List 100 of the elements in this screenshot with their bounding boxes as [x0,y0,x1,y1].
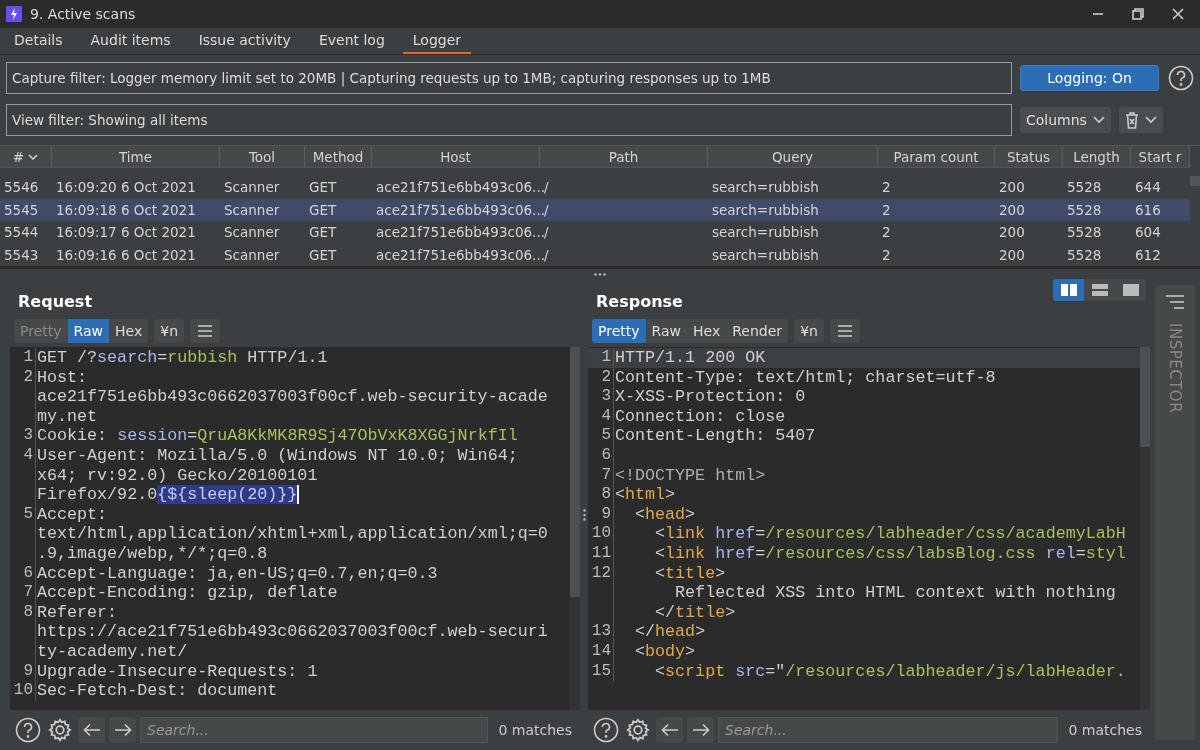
table-row[interactable]: 5545 16:09:18 6 Oct 2021 Scanner GET ace21f751e6bb493c06.../ search=rubbish 2 200 5528 616 [0,198,1190,221]
column-header[interactable]: Tool [220,146,305,167]
table-cell-text: 5528 [1066,224,1103,241]
line-number: 10 [10,681,36,701]
back-button[interactable] [656,717,683,743]
settings-button[interactable] [46,716,74,744]
line-number: 9 [10,661,36,682]
table-cell-text: 200 [998,246,1026,263]
tab[interactable]: Logger [402,28,472,54]
view-tab[interactable]: Hex [109,319,149,343]
line-number: 7 [588,465,614,486]
table-cell-text: 200 [998,201,1026,218]
scrollbar[interactable] [570,347,580,710]
line-number: 13 [588,622,614,642]
column-header[interactable]: Query [708,146,878,167]
column-header[interactable]: Path [540,146,708,167]
help-button[interactable] [592,716,620,744]
search-field[interactable]: Search... [718,717,1059,743]
window-title: 9. Active scans [30,6,137,22]
table-row[interactable]: 5544 16:09:17 6 Oct 2021 Scanner GET ace21f751e6bb493c06.../ search=rubbish 2 200 5528 604 [0,221,1190,244]
help-button[interactable] [14,716,42,744]
splitter-handle-icon[interactable] [594,272,606,276]
newline-button[interactable]: ¥n [794,319,824,343]
logging-toggle-button[interactable]: Logging: On [1020,65,1160,91]
code-line: <script src="/resources/labheader/js/labHeader. [654,661,1126,682]
column-header[interactable]: Method [305,146,372,167]
scrollbar[interactable] [1140,347,1150,710]
table-cell-text: 16:09:17 6 Oct 2021 [55,224,197,241]
forward-button[interactable] [109,717,136,743]
column-header[interactable]: # [0,146,52,167]
table-cell-text: 5546 [3,179,40,196]
app-logo-icon [6,6,22,22]
code-line: <html> [614,485,676,505]
table-cell-text: 644 [1134,179,1162,196]
capture-filter-field[interactable]: Capture filter: Logger memory limit set to 20MB | Capturing requests up to 1MB; capturing responses up to 1MB [6,62,1012,94]
line-number: 11 [588,543,614,564]
table-cell-text: 5545 [3,201,40,218]
help-icon [1167,65,1194,91]
tab[interactable]: Details [4,28,73,54]
table-cell-text: 16:09:20 6 Oct 2021 [55,179,197,196]
line-number: 5 [588,426,614,446]
back-arrow-icon [82,723,101,737]
pane-title: Request [18,292,93,311]
column-header[interactable]: Param count [878,146,995,167]
view-tab[interactable]: Raw [645,319,687,343]
code-editor[interactable] [588,347,1150,710]
newline-button[interactable]: ¥n [154,319,185,343]
code-line: <head> [634,504,696,525]
table-cell-text: GET [308,246,338,263]
line-number: 15 [588,661,614,682]
column-header[interactable]: Host [372,146,540,167]
table-cell-text: 5528 [1066,201,1103,218]
table-cell-text: 200 [998,224,1026,241]
line-number: 14 [588,641,614,662]
view-tab[interactable]: Raw [67,319,109,343]
menu-icon [197,324,214,338]
table-row[interactable]: 5543 16:09:16 6 Oct 2021 Scanner GET ace21f751e6bb493c06.../ search=rubbish 2 200 5528 612 [0,243,1190,266]
single-pane-icon [1122,284,1139,296]
column-header[interactable]: Time [52,146,220,167]
forward-button[interactable] [687,717,714,743]
menu-button[interactable] [830,319,860,343]
code-line: X-XSS-Protection: 0 [614,387,806,407]
help-button[interactable] [1167,64,1194,92]
back-button[interactable] [78,717,105,743]
columns-button[interactable]: Columns [1020,107,1111,133]
settings-button[interactable] [624,716,652,744]
table-cell-text: 5528 [1066,246,1103,263]
clear-button[interactable] [1118,107,1163,133]
code-line: </title> [654,602,736,623]
column-header[interactable]: Status [995,146,1063,167]
code-line: <body> [634,641,696,662]
table-row[interactable]: 5546 16:09:20 6 Oct 2021 Scanner GET ace21f751e6bb493c06.../ search=rubbish 2 200 5528 644 [0,176,1190,199]
table-cell-text: search=rubbish [711,201,820,218]
column-header[interactable]: Start r [1131,146,1190,167]
menu-icon [837,324,853,338]
table-cell-text: 2 [881,224,892,241]
code-line: GET /?search=rubbish HTTP/1.1 [36,348,328,368]
chevron-down-icon [1092,116,1105,124]
code-line: Accept-Encoding: gzip, deflate [36,583,338,603]
view-tab[interactable]: Pretty [592,319,646,343]
code-line: ace21f751e6bb493c0662037003f00cf.web-security-acade [36,387,548,407]
view-tab[interactable]: Render [726,319,788,343]
splitter-handle-icon[interactable] [582,508,586,521]
menu-button[interactable] [190,319,221,343]
line-number: 1 [588,348,614,368]
code-editor[interactable] [10,347,580,710]
split-columns-icon [1060,284,1077,296]
view-filter-field[interactable]: View filter: Showing all items [6,104,1012,136]
view-tab[interactable]: Hex [687,319,727,343]
line-number: 2 [10,367,36,388]
tab[interactable]: Issue activity [188,28,301,54]
search-field[interactable]: Search... [140,717,489,743]
layout-button[interactable] [1053,279,1084,301]
code-line: Reflected XSS into HTML context with nothing [674,583,1116,603]
tab[interactable]: Event log [308,28,395,54]
forward-arrow-icon [691,723,710,737]
column-header[interactable]: Length [1063,146,1131,167]
code-line: HTTP/1.1 200 OK [614,348,766,368]
code-line: <!DOCTYPE html> [614,465,766,486]
tab[interactable]: Audit items [80,28,181,54]
